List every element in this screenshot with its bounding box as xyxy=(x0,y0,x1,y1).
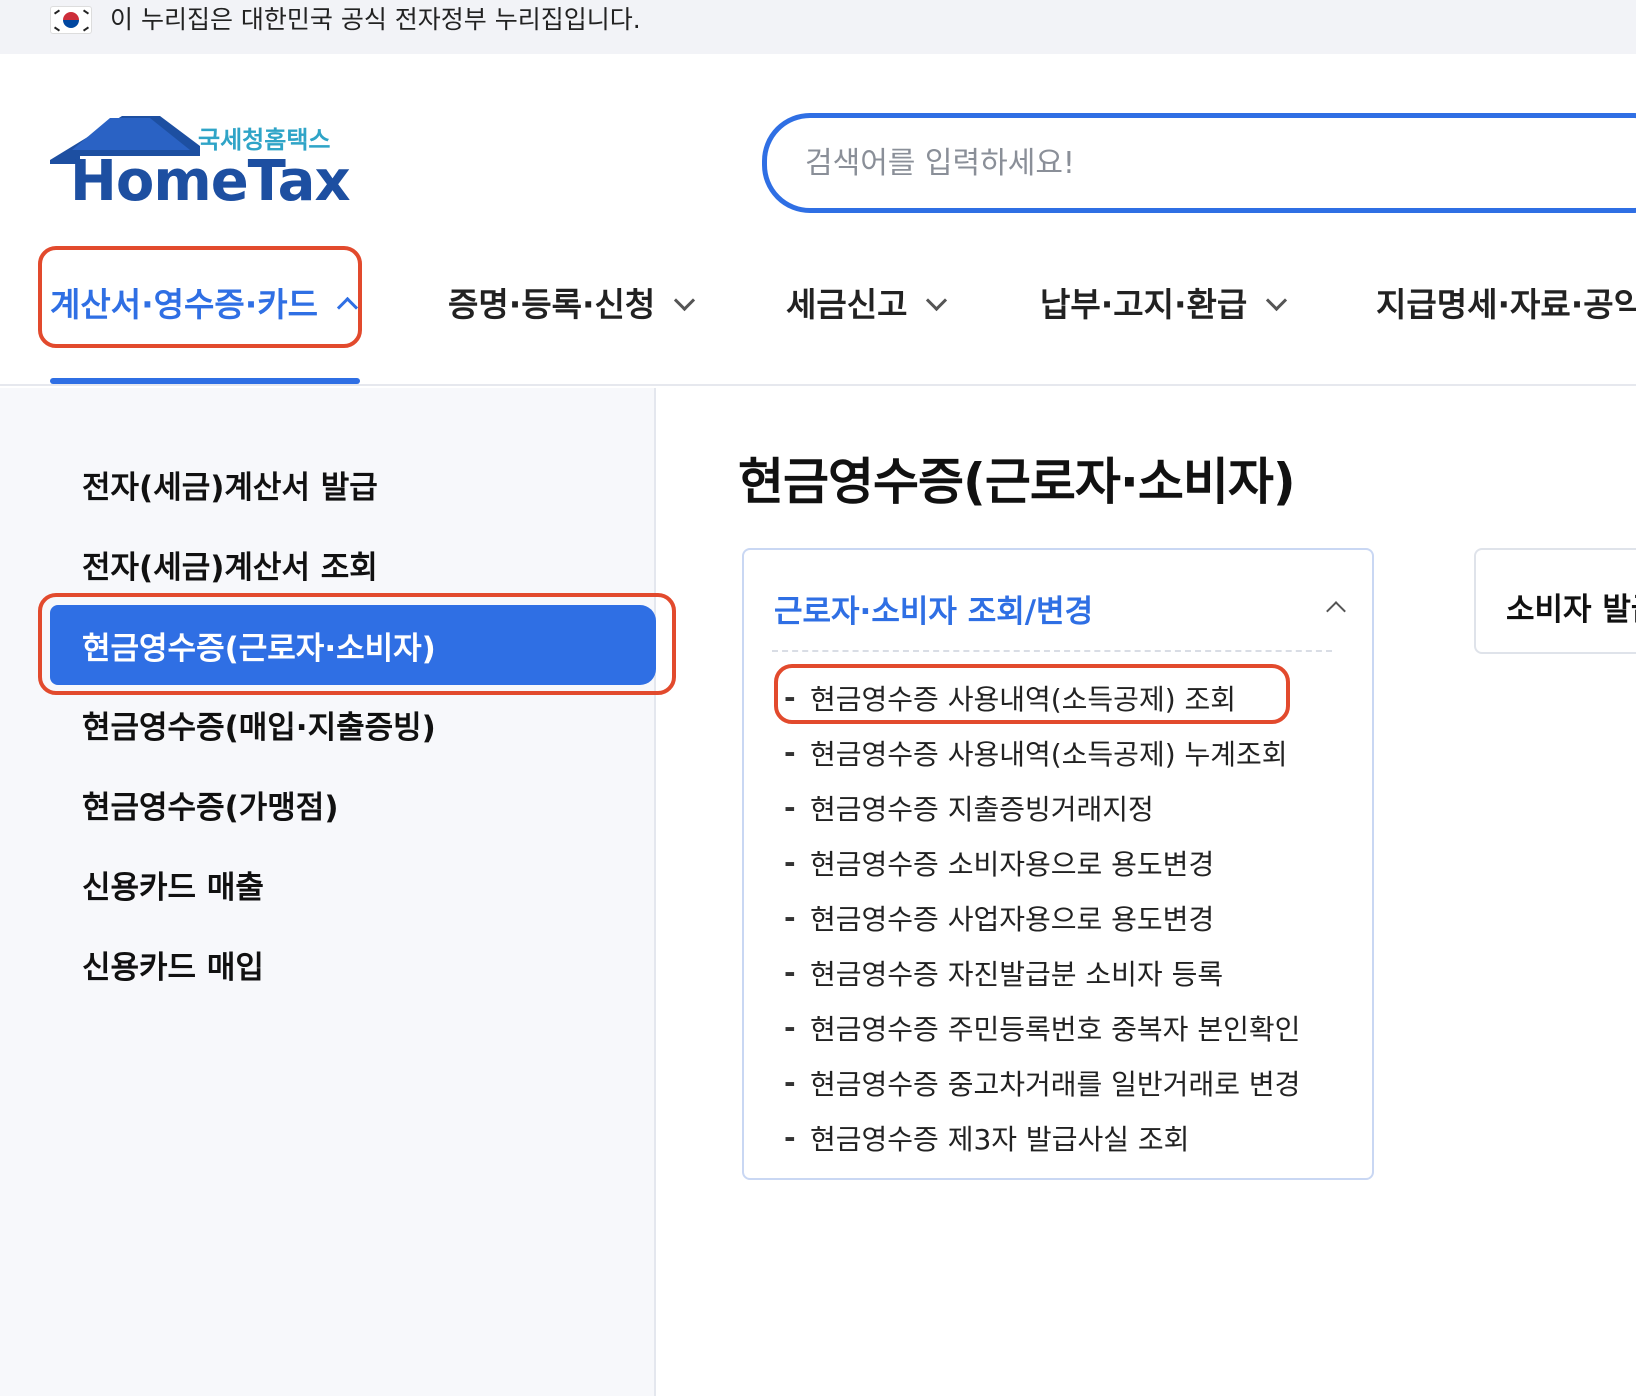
hometax-logo[interactable]: 국세청홈택스 HomeTax xyxy=(50,112,351,222)
side-menu-item[interactable]: 신용카드 매출 xyxy=(50,844,656,924)
list-bullet: - xyxy=(784,1066,796,1099)
side-menu: 전자(세금)계산서 발급 전자(세금)계산서 조회 현금영수증(근로자·소비자)… xyxy=(0,388,656,1396)
search-box[interactable] xyxy=(762,113,1636,213)
submenu-link[interactable]: - 현금영수증 자진발급분 소비자 등록 xyxy=(784,945,1300,1000)
highlight-box xyxy=(774,664,1290,724)
gnb-item-label: 증명·등록·신청 xyxy=(448,285,656,324)
list-bullet: - xyxy=(784,901,796,934)
submenu-list: - 현금영수증 사용내역(소득공제) 조회 - 현금영수증 사용내역(소득공제) 누… xyxy=(784,670,1300,1165)
list-bullet: - xyxy=(784,1011,796,1044)
submenu-link[interactable]: - 현금영수증 중고차거래를 일반거래로 변경 xyxy=(784,1055,1300,1110)
side-menu-item[interactable]: 신용카드 매입 xyxy=(50,924,656,1004)
submenu-link[interactable]: - 현금영수증 지출증빙거래지정 xyxy=(784,780,1300,835)
submenu-link[interactable]: - 현금영수증 소비자용으로 용도변경 xyxy=(784,835,1300,890)
side-menu-item[interactable]: 전자(세금)계산서 발급 xyxy=(50,444,656,524)
divider xyxy=(772,650,1332,652)
gnb-item-label: 납부·고지·환급 xyxy=(1040,285,1248,324)
submenu-link[interactable]: - 현금영수증 사업자용으로 용도변경 xyxy=(784,890,1300,945)
side-menu-item[interactable]: 현금영수증(가맹점) xyxy=(50,764,656,844)
submenu-link[interactable]: - 현금영수증 사용내역(소득공제) 누계조회 xyxy=(784,725,1300,780)
chevron-down-icon xyxy=(673,291,695,313)
gnb-item-certificates[interactable]: 증명·등록·신청 xyxy=(448,280,695,324)
list-bullet: - xyxy=(784,736,796,769)
list-bullet: - xyxy=(784,956,796,989)
gnb-item-label: 지급명세·자료·공익 xyxy=(1376,285,1636,324)
side-menu-item[interactable]: 전자(세금)계산서 조회 xyxy=(50,524,656,604)
gov-banner: 이 누리집은 대한민국 공식 전자정부 누리집입니다. xyxy=(0,0,1636,54)
gnb-active-underline xyxy=(50,378,360,384)
list-bullet: - xyxy=(784,791,796,824)
chevron-down-icon xyxy=(1265,291,1287,313)
submenu-link[interactable]: - 현금영수증 주민등록번호 중복자 본인확인 xyxy=(784,1000,1300,1055)
gnb-item-payment[interactable]: 납부·고지·환급 xyxy=(1040,280,1287,324)
korean-flag-icon xyxy=(50,6,92,34)
highlight-box xyxy=(38,593,676,695)
search-input[interactable] xyxy=(805,136,1505,190)
submenu-card: 근로자·소비자 조회/변경 - 현금영수증 사용내역(소득공제) 조회 - 현금영수… xyxy=(742,548,1374,1180)
list-bullet: - xyxy=(784,1121,796,1154)
chevron-down-icon xyxy=(925,291,947,313)
submenu-card-title[interactable]: 근로자·소비자 조회/변경 xyxy=(774,586,1093,631)
side-menu-item[interactable]: 현금영수증(매입·지출증빙) xyxy=(50,684,656,764)
logo-title: HomeTax xyxy=(70,149,351,214)
submenu-link[interactable]: - 현금영수증 제3자 발급사실 조회 xyxy=(784,1110,1300,1165)
gnb-item-payment-statements[interactable]: 지급명세·자료·공익 xyxy=(1376,280,1636,324)
page-title: 현금영수증(근로자·소비자) xyxy=(738,453,1296,511)
gov-banner-text: 이 누리집은 대한민국 공식 전자정부 누리집입니다. xyxy=(110,5,641,34)
gnb-item-tax-filing[interactable]: 세금신고 xyxy=(786,280,947,324)
highlight-box xyxy=(38,246,362,348)
submenu-card-title[interactable]: 소비자 발급 xyxy=(1506,584,1636,629)
gnb-item-label: 세금신고 xyxy=(786,285,908,324)
chevron-up-icon[interactable] xyxy=(1322,592,1350,620)
list-bullet: - xyxy=(784,846,796,879)
submenu-card: 소비자 발급 xyxy=(1474,548,1636,654)
